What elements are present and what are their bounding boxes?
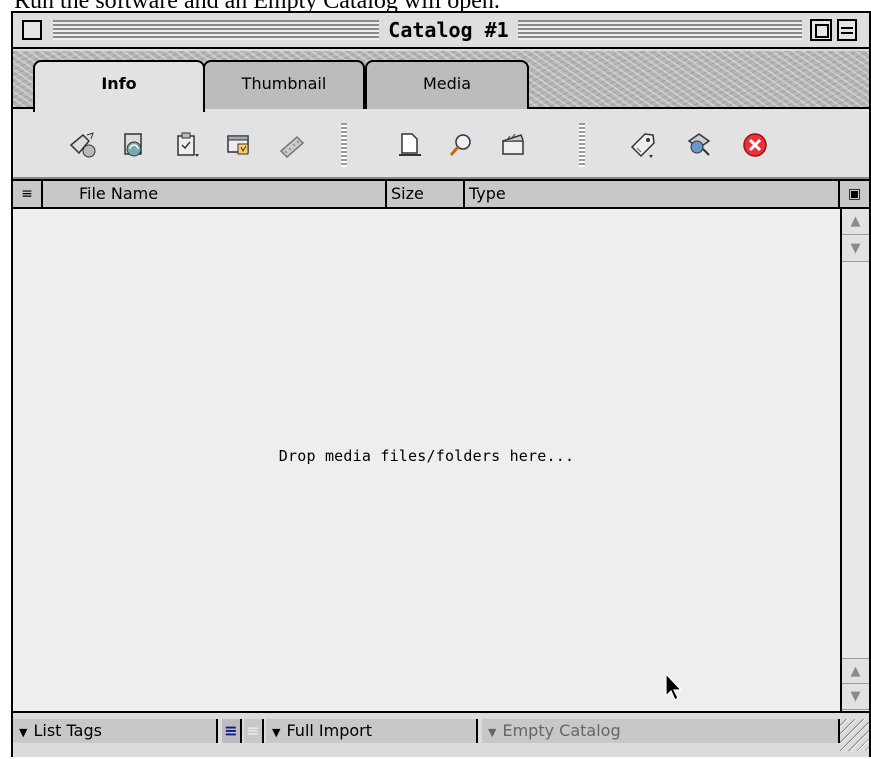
column-type[interactable]: Type	[465, 181, 840, 207]
tab-strip: Info Thumbnail Media	[13, 51, 869, 112]
column-chooser-icon[interactable]: ▣	[838, 181, 869, 207]
tab-thumbnail[interactable]: Thumbnail	[203, 60, 365, 110]
import-mode-popup[interactable]: ▼ Full Import	[266, 719, 478, 743]
clapper-icon[interactable]	[495, 127, 531, 163]
collapse-box[interactable]	[837, 19, 857, 41]
import-mode-label: Full Import	[286, 721, 373, 740]
new-document-icon[interactable]	[391, 127, 427, 163]
file-list[interactable]: Drop media files/folders here...	[13, 209, 840, 711]
empty-list-hint: Drop media files/folders here...	[278, 447, 575, 465]
add-item-icon[interactable]	[65, 127, 101, 163]
popup-triangle-icon: ▼	[19, 726, 28, 739]
clipboard-icon[interactable]	[169, 127, 205, 163]
grow-box-icon[interactable]	[840, 719, 869, 751]
scroll-down-arrow-icon[interactable]: ▼	[842, 684, 869, 710]
status-bar: ▼ List Tags ≡ ≡ ▼ Full Import ▼ Empty Catal…	[13, 711, 869, 757]
scroll-down-arrow-icon[interactable]: ▼	[842, 236, 869, 262]
title-bar[interactable]: Catalog #1	[13, 13, 869, 49]
window-title: Catalog #1	[379, 15, 518, 45]
tag-icon[interactable]	[625, 127, 661, 163]
list-tags-label: List Tags	[33, 721, 102, 740]
toolbar	[13, 109, 869, 179]
popup-triangle-icon: ▼	[272, 726, 281, 739]
toolbar-separator	[341, 123, 347, 167]
mouse-pointer-icon	[664, 672, 684, 706]
popup-triangle-icon: ▼	[488, 726, 497, 739]
scroll-up-arrow-icon[interactable]: ▲	[842, 209, 869, 235]
title-stripes-right	[518, 20, 802, 40]
filmstrip-icon[interactable]	[273, 127, 309, 163]
properties-icon[interactable]	[221, 127, 257, 163]
refresh-icon[interactable]	[117, 127, 153, 163]
toolbar-separator	[579, 123, 585, 167]
list-view-button[interactable]: ≡	[222, 719, 242, 743]
catalog-window: Catalog #1 Info Thumbnail Media ≡ File N…	[11, 11, 871, 757]
scroll-up-arrow-icon[interactable]: ▲	[842, 658, 869, 684]
list-tags-popup[interactable]: ▼ List Tags	[13, 719, 218, 743]
globe-icon[interactable]	[681, 127, 717, 163]
column-size[interactable]: Size	[387, 181, 465, 207]
sort-order-button[interactable]: ≡	[13, 181, 43, 207]
thumbnail-view-button[interactable]: ≡	[244, 719, 264, 743]
magnifier-icon[interactable]	[443, 127, 479, 163]
catalog-status-popup[interactable]: ▼ Empty Catalog	[482, 719, 840, 743]
close-box[interactable]	[22, 20, 42, 40]
column-file-name[interactable]: File Name	[43, 181, 387, 207]
zoom-box[interactable]	[810, 19, 832, 41]
catalog-status-label: Empty Catalog	[502, 721, 621, 740]
delete-icon[interactable]	[737, 127, 773, 163]
column-header: ≡ File Name Size Type ▣	[13, 179, 869, 209]
tab-info[interactable]: Info	[33, 60, 205, 112]
tab-media[interactable]: Media	[365, 60, 529, 110]
title-stripes-left	[53, 20, 379, 40]
vertical-scrollbar[interactable]: ▲ ▼ ▲ ▼	[840, 209, 869, 711]
